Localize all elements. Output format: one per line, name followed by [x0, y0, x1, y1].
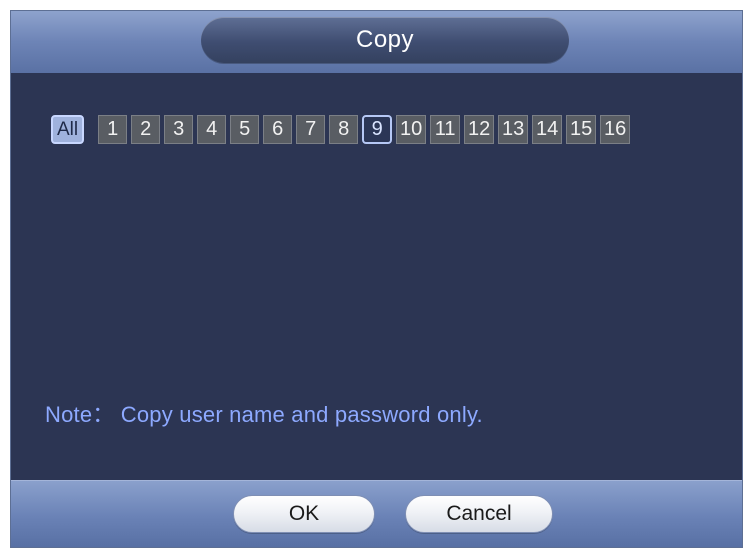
channel-9-checkbox[interactable]: 9: [362, 115, 393, 144]
channel-2-checkbox[interactable]: 2: [131, 115, 161, 144]
channel-10-checkbox[interactable]: 10: [396, 115, 427, 144]
channel-selector: All 1 2 3 4 5 6 7 8 9 10 11 12 13 14 15 …: [51, 115, 634, 144]
title-pill: Copy: [201, 17, 569, 63]
dialog-body: All 1 2 3 4 5 6 7 8 9 10 11 12 13 14 15 …: [11, 73, 742, 483]
button-bar: OK Cancel: [11, 480, 742, 547]
channel-16-checkbox[interactable]: 16: [600, 115, 631, 144]
channel-11-checkbox[interactable]: 11: [430, 115, 461, 144]
channel-7-checkbox[interactable]: 7: [296, 115, 326, 144]
channel-15-checkbox[interactable]: 15: [566, 115, 597, 144]
channel-12-checkbox[interactable]: 12: [464, 115, 495, 144]
all-channels-checkbox[interactable]: All: [51, 115, 85, 144]
copy-dialog: Copy All 1 2 3 4 5 6 7 8 9 10 11 12 13 1…: [10, 10, 743, 548]
dialog-title: Copy: [355, 26, 415, 53]
ok-button[interactable]: OK: [233, 495, 375, 533]
channel-3-checkbox[interactable]: 3: [164, 115, 194, 144]
title-bar: Copy: [11, 11, 742, 73]
copy-note: Note： Copy user name and password only.: [45, 402, 483, 427]
channel-13-checkbox[interactable]: 13: [498, 115, 529, 144]
channel-5-checkbox[interactable]: 5: [230, 115, 260, 144]
channel-14-checkbox[interactable]: 14: [532, 115, 563, 144]
channel-4-checkbox[interactable]: 4: [197, 115, 227, 144]
channel-1-checkbox[interactable]: 1: [98, 115, 128, 144]
channel-6-checkbox[interactable]: 6: [263, 115, 293, 144]
channel-8-checkbox[interactable]: 8: [329, 115, 359, 144]
cancel-button[interactable]: Cancel: [405, 495, 553, 533]
